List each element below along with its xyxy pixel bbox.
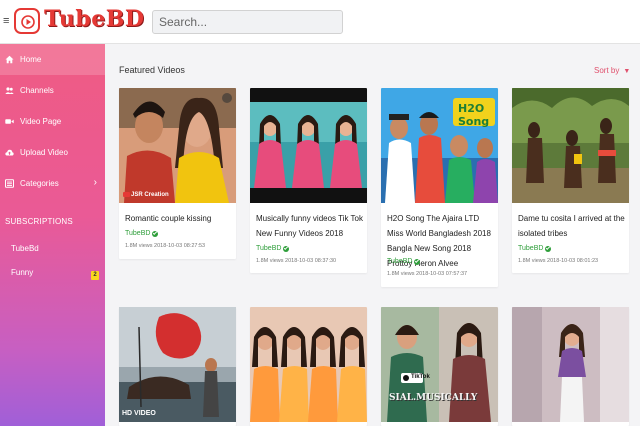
section-title: Featured Videos bbox=[119, 65, 185, 75]
sidebar-item-categories[interactable]: Categories › bbox=[0, 168, 105, 199]
video-card[interactable]: Musically funny videos Tik Tok New Funny… bbox=[250, 88, 367, 273]
chevron-right-icon: › bbox=[93, 177, 97, 188]
video-card[interactable] bbox=[512, 307, 629, 426]
home-icon bbox=[5, 55, 14, 64]
video-thumbnail[interactable] bbox=[512, 307, 629, 422]
video-title[interactable]: Romantic couple kissing bbox=[125, 211, 233, 226]
search-input[interactable] bbox=[152, 10, 343, 34]
video-camera-icon bbox=[5, 117, 14, 126]
thumbnail-caption: H2O Song bbox=[458, 102, 490, 128]
sidebar-item-label: Home bbox=[20, 55, 42, 64]
video-thumbnail[interactable]: H2O Song bbox=[381, 88, 498, 203]
channel-name[interactable]: TubeBD bbox=[518, 245, 552, 252]
video-meta: 1.8M views 2018-10-03 07:57:37 bbox=[387, 271, 468, 277]
channel-label: TubeBD bbox=[125, 230, 151, 237]
video-thumbnail[interactable] bbox=[250, 307, 367, 422]
channel-name[interactable]: TubeBD bbox=[387, 258, 421, 265]
sidebar-item-label: Channels bbox=[20, 86, 54, 95]
video-meta: 1.8M views 2018-10-03 08:27:53 bbox=[125, 243, 206, 249]
video-card[interactable]: H2O Song H2O Song The Ajaira LTD Miss Wo… bbox=[381, 88, 498, 287]
channel-name[interactable]: TubeBD bbox=[125, 230, 159, 237]
channel-name[interactable]: TubeBD bbox=[256, 245, 290, 252]
sidebar-item-upload-video[interactable]: Upload Video bbox=[0, 137, 105, 168]
video-card[interactable] bbox=[250, 307, 367, 426]
video-card[interactable]: HD VIDEO bbox=[119, 307, 236, 426]
channel-label: TubeBD bbox=[256, 245, 282, 252]
cloud-upload-icon bbox=[5, 148, 14, 157]
sidebar-item-label: Upload Video bbox=[20, 148, 68, 157]
subscription-item-tubebd[interactable]: TubeBd bbox=[11, 244, 39, 253]
users-icon bbox=[5, 86, 14, 95]
verified-check-icon bbox=[283, 245, 290, 252]
thumbnail-caption: HD VIDEO bbox=[122, 410, 156, 417]
video-card[interactable]: Dame tu cosita I arrived at the isolated… bbox=[512, 88, 629, 273]
sidebar-item-label: Categories bbox=[20, 179, 59, 188]
caret-down-icon: ▼ bbox=[623, 68, 631, 75]
list-icon bbox=[5, 179, 14, 188]
video-thumbnail[interactable]: TikTok SIAL.MUSICALLY bbox=[381, 307, 498, 422]
sidebar-item-video-page[interactable]: Video Page bbox=[0, 106, 105, 137]
channel-label: TubeBD bbox=[518, 245, 544, 252]
subscription-item-funny[interactable]: Funny bbox=[11, 268, 33, 277]
sort-by-label: Sort by bbox=[594, 66, 620, 75]
verified-check-icon bbox=[414, 258, 421, 265]
video-meta: 1.8M views 2018-10-03 08:01:23 bbox=[518, 258, 599, 264]
sidebar-item-home[interactable]: Home bbox=[0, 44, 105, 75]
sidebar-item-label: Video Page bbox=[20, 117, 62, 126]
video-thumbnail[interactable] bbox=[250, 88, 367, 203]
video-title[interactable]: Dame tu cosita I arrived at the isolated… bbox=[518, 211, 626, 241]
thumbnail-caption-tiktok: TikTok bbox=[411, 374, 430, 380]
thumbnail-caption: SIAL.MUSICALLY bbox=[389, 393, 478, 403]
app-logo-text[interactable]: TubeBD bbox=[44, 6, 144, 32]
subscriptions-heading: SUBSCRIPTIONS bbox=[5, 217, 73, 226]
video-card[interactable]: TikTok SIAL.MUSICALLY bbox=[381, 307, 498, 426]
verified-check-icon bbox=[152, 230, 159, 237]
notification-badge: 2 bbox=[91, 271, 99, 280]
video-thumbnail[interactable] bbox=[512, 88, 629, 203]
channel-label: TubeBD bbox=[387, 258, 413, 265]
video-thumbnail[interactable]: HD VIDEO bbox=[119, 307, 236, 422]
video-thumbnail[interactable]: JSR Creation bbox=[119, 88, 236, 203]
video-meta: 1.8M views 2018-10-03 08:37:30 bbox=[256, 258, 337, 264]
sidebar-item-channels[interactable]: Channels bbox=[0, 75, 105, 106]
sort-by-dropdown[interactable]: Sort by ▼ bbox=[594, 66, 630, 75]
thumbnail-caption: JSR Creation bbox=[131, 192, 169, 198]
top-bar: ≡ TubeBD bbox=[0, 0, 640, 44]
hamburger-menu-icon[interactable]: ≡ bbox=[3, 14, 9, 28]
video-title[interactable]: Musically funny videos Tik Tok New Funny… bbox=[256, 211, 364, 241]
verified-check-icon bbox=[545, 245, 552, 252]
sidebar: Home Channels Video Page Upload Video Ca… bbox=[0, 44, 105, 426]
video-card[interactable]: JSR Creation Romantic couple kissing Tub… bbox=[119, 88, 236, 259]
logo-play-icon[interactable] bbox=[14, 8, 40, 34]
